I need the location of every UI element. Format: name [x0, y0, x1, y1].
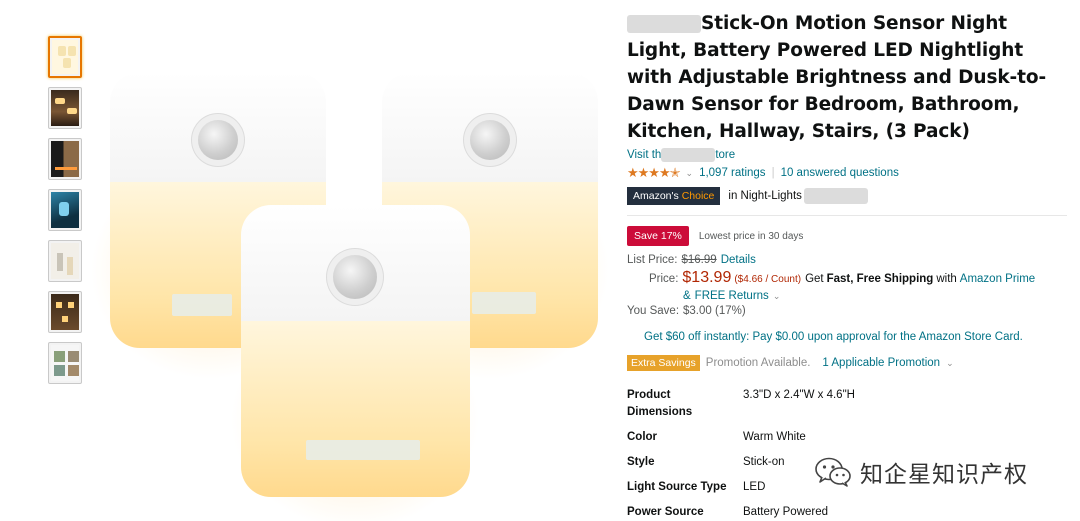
amazon-prime-link[interactable]: Amazon Prime: [960, 273, 1035, 285]
category-redaction: [803, 188, 868, 204]
spec-key: Product Dimensions: [627, 389, 693, 418]
thumbnail-strip: [48, 36, 84, 393]
store-card-offer[interactable]: Get $60 off instantly: Pay $0.00 upon ap…: [644, 331, 1067, 343]
applicable-promotion-link[interactable]: 1 Applicable Promotion: [822, 357, 940, 369]
lowest-price-note: Lowest price in 30 days: [698, 230, 804, 242]
divider: [627, 215, 1067, 216]
store-link-suffix: tore: [715, 149, 736, 162]
spec-key: Light Source Type: [627, 481, 727, 493]
promotion-chevron-icon[interactable]: ⌄: [946, 358, 954, 369]
spec-value: Stick-on: [743, 456, 785, 468]
spec-row: Color Warm White: [627, 429, 1067, 446]
star-rating-icon[interactable]: ★★★★✭: [627, 165, 681, 181]
extra-savings-badge: Extra Savings: [627, 355, 700, 371]
price-block: List Price: $16.99 Details Price: $13.99…: [627, 254, 1067, 317]
wechat-icon: [815, 457, 851, 487]
spec-row: Power Source Battery Powered: [627, 504, 1067, 521]
thumbnail-6[interactable]: [48, 291, 82, 333]
fast-free-shipping: Fast, Free Shipping: [826, 273, 934, 285]
deal-row: Save 17% Lowest price in 30 days: [627, 226, 1067, 246]
thumbnail-3[interactable]: [48, 138, 82, 180]
amazons-choice-accent: Choice: [681, 190, 715, 202]
returns-chevron-icon[interactable]: ⌄: [773, 291, 781, 302]
free-returns-link[interactable]: FREE Returns: [695, 290, 769, 302]
amazons-choice-row: Amazon's Choice in Night-Lights: [627, 187, 1067, 205]
ratings-row: ★★★★✭ ⌄ 1,097 ratings | 10 answered ques…: [627, 165, 1067, 181]
logo-redaction-front: [306, 440, 420, 460]
thumbnail-2[interactable]: [48, 87, 82, 129]
list-price-row: List Price: $16.99 Details: [627, 254, 1067, 266]
with-text: with: [936, 273, 957, 285]
list-price-value: $16.99: [681, 254, 717, 266]
logo-redaction-left: [172, 294, 232, 316]
choice-category[interactable]: in Night-Lights: [728, 190, 802, 202]
spec-key: Power Source: [627, 506, 704, 518]
ratings-divider: |: [771, 167, 775, 179]
price-label: Price:: [649, 273, 679, 285]
price-row: Price: $13.99 ($4.66 / Count) Get Fast, …: [649, 269, 1067, 287]
ampersand: &: [683, 290, 691, 302]
main-product-image[interactable]: [90, 60, 610, 521]
you-save-value: $3.00 (17%): [683, 305, 746, 317]
promotion-row: Extra Savings Promotion Available. 1 App…: [627, 355, 1067, 371]
specs-table: Product Dimensions 3.3"D x 2.4"W x 4.6"H…: [627, 387, 1067, 521]
answered-questions-link[interactable]: 10 answered questions: [781, 167, 899, 179]
chevron-down-icon[interactable]: ⌄: [686, 168, 694, 179]
spec-value: Battery Powered: [743, 506, 829, 518]
details-link[interactable]: Details: [721, 254, 756, 266]
spec-key: Color: [627, 431, 658, 443]
spec-value: LED: [743, 481, 766, 493]
thumbnail-7[interactable]: [48, 342, 82, 384]
spec-key: Style: [627, 456, 655, 468]
product-title: Stick-On Motion Sensor Night Light, Batt…: [627, 10, 1067, 145]
per-count: ($4.66 / Count): [734, 274, 802, 285]
thumbnail-4[interactable]: [48, 189, 82, 231]
spec-row: Product Dimensions 3.3"D x 2.4"W x 4.6"H: [627, 387, 1067, 421]
store-link-prefix: Visit th: [627, 149, 662, 162]
amazons-choice-badge: Amazon's Choice: [627, 187, 721, 205]
spec-value: Warm White: [743, 431, 806, 443]
thumbnail-1[interactable]: [48, 36, 82, 78]
store-name-redaction: [661, 148, 716, 162]
logo-redaction-right: [472, 292, 536, 314]
you-save-row: You Save: $3.00 (17%): [627, 305, 1067, 317]
ratings-link[interactable]: 1,097 ratings: [699, 167, 766, 179]
returns-row: & FREE Returns ⌄: [683, 290, 1067, 302]
thumbnail-5[interactable]: [48, 240, 82, 282]
brand-redaction: [627, 15, 701, 33]
you-save-label: You Save:: [627, 305, 680, 317]
amazons-choice-label: Amazon's: [633, 190, 679, 202]
get-text: Get: [805, 273, 824, 285]
save-badge: Save 17%: [627, 226, 689, 246]
watermark: 知企星知识产权: [814, 455, 1028, 489]
spec-value: 3.3"D x 2.4"W x 4.6"H: [743, 389, 855, 401]
promotion-available: Promotion Available.: [705, 357, 811, 369]
watermark-text: 知企星知识产权: [860, 462, 1028, 488]
list-price-label: List Price:: [627, 254, 678, 266]
store-link[interactable]: Visit th tore: [627, 148, 1067, 162]
price-value: $13.99: [682, 269, 732, 286]
product-info: Stick-On Motion Sensor Night Light, Batt…: [627, 10, 1067, 521]
